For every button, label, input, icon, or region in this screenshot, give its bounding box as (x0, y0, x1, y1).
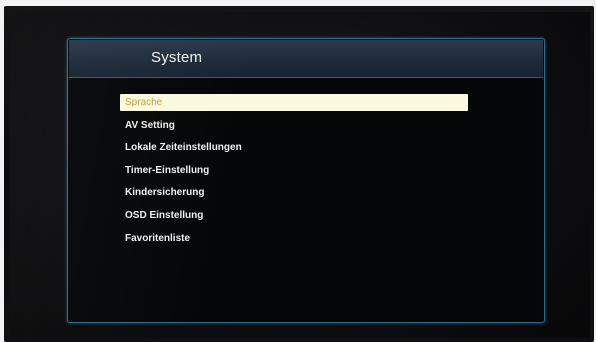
page-title: System (151, 49, 203, 66)
menu-item-timer-einstellung[interactable]: Timer-Einstellung (120, 162, 468, 179)
menu-item-sprache[interactable]: Sprache (120, 94, 468, 111)
photo-frame: System Sprache AV Setting Lokale Zeitein… (0, 0, 596, 342)
system-menu-list: Sprache AV Setting Lokale Zeiteinstellun… (120, 94, 468, 252)
menu-item-av-setting[interactable]: AV Setting (120, 117, 468, 134)
menu-item-kindersicherung[interactable]: Kindersicherung (120, 184, 468, 201)
menu-item-osd-einstellung[interactable]: OSD Einstellung (120, 207, 468, 224)
menu-item-lokale-zeiteinstellungen[interactable]: Lokale Zeiteinstellungen (120, 139, 468, 156)
menu-header: System (69, 40, 543, 78)
menu-item-favoritenliste[interactable]: Favoritenliste (120, 230, 468, 247)
system-menu-window: System Sprache AV Setting Lokale Zeitein… (67, 38, 545, 323)
